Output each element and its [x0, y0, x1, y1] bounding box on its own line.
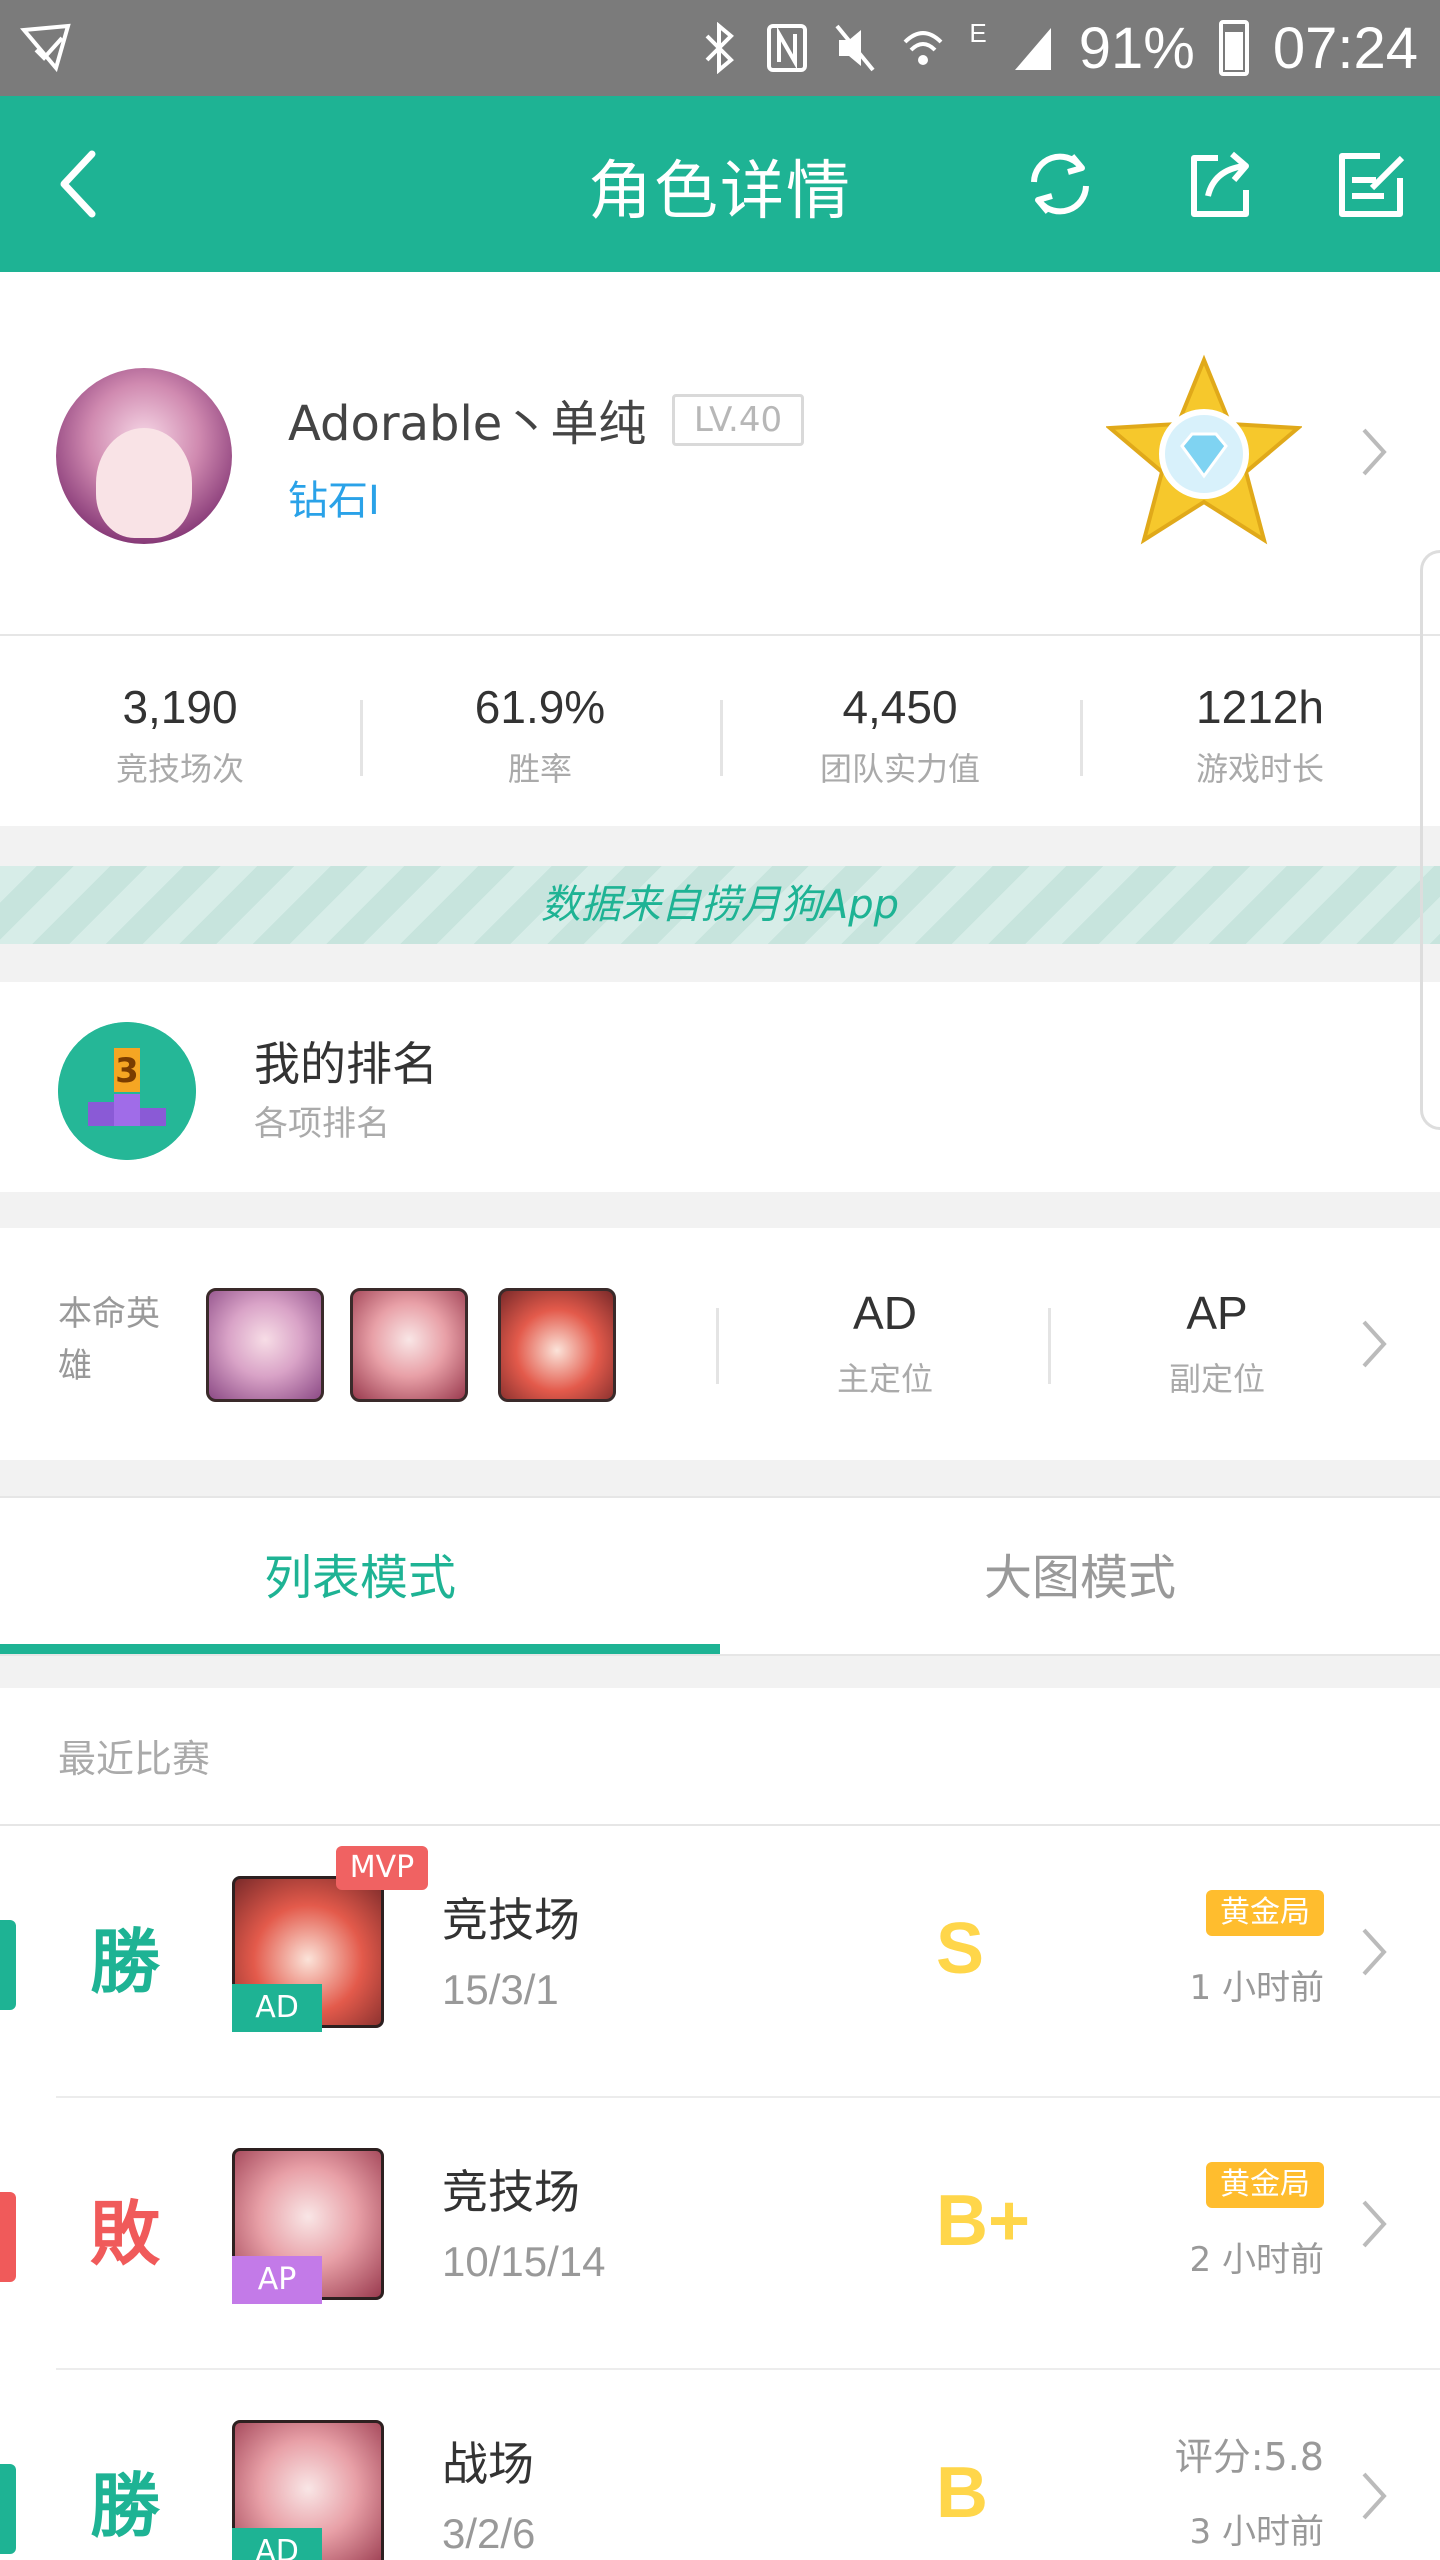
match-score: 评分:5.8	[1174, 2435, 1324, 2479]
status-bar: E 91% 07:24	[0, 0, 1440, 96]
stat-matches: 3,190 竞技场次	[0, 680, 360, 790]
position-value: AP	[1186, 1287, 1248, 1339]
recent-matches: 最近比赛 勝 MVP AD 竞技场 15/3/1 S 黄金局 1 小时前 敗 A…	[0, 1688, 1440, 2560]
match-result: 勝	[90, 1921, 160, 2003]
stat-label: 团队实力值	[819, 750, 980, 788]
edge-scroll-handle[interactable]	[1420, 550, 1440, 1130]
my-ranking-subtitle: 各项排名	[254, 1104, 390, 1144]
result-indicator	[0, 1920, 16, 2010]
match-result: 勝	[90, 2465, 160, 2547]
bluetooth-icon	[705, 22, 735, 74]
stat-label: 胜率	[507, 750, 572, 788]
position-label: 主定位	[836, 1360, 933, 1398]
stat-label: 游戏时长	[1195, 750, 1324, 788]
wifi-icon	[903, 31, 943, 65]
stat-value: 4,450	[842, 681, 958, 733]
app-header: 角色详情	[0, 96, 1440, 272]
role-tag: AP	[232, 2256, 322, 2304]
favorite-heroes-row[interactable]: 本命英雄 AD 主定位 AP 副定位	[0, 1228, 1440, 1460]
match-mode: 竞技场	[442, 1893, 580, 1947]
position-label: 副定位	[1168, 1360, 1265, 1398]
status-icons: E 91% 07:24	[697, 10, 1418, 86]
match-row[interactable]: 勝 AD 战场 3/2/6 B 评分:5.8 3 小时前	[0, 2370, 1440, 2560]
diamond-star-icon	[1106, 354, 1302, 545]
active-tab-indicator	[0, 1644, 720, 1654]
stat-playtime: 1212h 游戏时长	[1080, 680, 1440, 790]
match-row[interactable]: 勝 MVP AD 竞技场 15/3/1 S 黄金局 1 小时前	[0, 1826, 1440, 2098]
secondary-position: AP 副定位	[1052, 1286, 1382, 1400]
match-time: 2 小时前	[1189, 2240, 1324, 2280]
level-badge: LV.40	[672, 394, 804, 446]
player-name: Adorable丶单纯	[288, 396, 647, 452]
match-time: 3 小时前	[1189, 2512, 1324, 2552]
chevron-right-icon[interactable]	[1354, 1314, 1394, 1374]
result-indicator	[0, 2192, 16, 2282]
share-icon[interactable]	[1180, 144, 1260, 224]
divider	[1048, 1308, 1051, 1384]
data-source-banner: 数据来自捞月狗App	[0, 866, 1440, 944]
stat-winrate: 61.9% 胜率	[360, 680, 720, 790]
chevron-right-icon[interactable]	[1354, 2466, 1394, 2526]
stats-row: 3,190 竞技场次 61.9% 胜率 4,450 团队实力值 1212h 游戏…	[0, 636, 1440, 826]
chevron-right-icon[interactable]	[1354, 422, 1394, 482]
mute-icon	[835, 24, 875, 72]
notification-icon	[20, 23, 71, 73]
hero-avatar	[350, 1288, 468, 1402]
edit-icon[interactable]	[1332, 144, 1412, 224]
stat-team-power: 4,450 团队实力值	[720, 680, 1080, 790]
banner-text: 数据来自捞月狗App	[540, 882, 900, 928]
my-ranking-row[interactable]: 3 我的排名 各项排名	[0, 982, 1440, 1192]
favorite-heroes-label: 本命英雄	[58, 1294, 160, 1386]
role-tag: AD	[232, 1984, 322, 2032]
match-row[interactable]: 敗 AP 竞技场 10/15/14 B+ 黄金局 2 小时前	[0, 2098, 1440, 2370]
match-grade: S	[936, 1909, 985, 1989]
match-mode: 竞技场	[442, 2165, 580, 2219]
tab-large-image-mode[interactable]: 大图模式	[720, 1538, 1440, 1608]
clock: 07:24	[1272, 15, 1418, 81]
match-kda: 10/15/14	[442, 2238, 606, 2285]
primary-position: AD 主定位	[720, 1286, 1050, 1400]
my-ranking-title: 我的排名	[254, 1037, 438, 1091]
match-time: 1 小时前	[1189, 1968, 1324, 2008]
stat-value: 1212h	[1196, 681, 1324, 733]
tab-list-mode[interactable]: 列表模式	[0, 1538, 720, 1608]
match-mode: 战场	[442, 2437, 534, 2491]
divider	[716, 1308, 719, 1384]
avatar	[56, 368, 232, 544]
gold-tier-badge: 黄金局	[1206, 2162, 1324, 2208]
match-grade: B+	[936, 2181, 1031, 2261]
battery-icon	[1218, 20, 1249, 76]
network-type: E	[969, 18, 987, 48]
nfc-icon	[767, 24, 808, 72]
role-tag: AD	[232, 2528, 322, 2560]
mvp-badge: MVP	[336, 1846, 428, 1890]
position-value: AD	[853, 1287, 917, 1339]
gold-tier-badge: 黄金局	[1206, 1890, 1324, 1936]
refresh-icon[interactable]	[1020, 144, 1100, 224]
match-result: 敗	[90, 2193, 160, 2275]
podium-icon: 3	[58, 1022, 196, 1160]
svg-text:3: 3	[115, 1051, 139, 1091]
stat-label: 竞技场次	[115, 750, 244, 788]
chevron-right-icon[interactable]	[1354, 2194, 1394, 2254]
profile-card[interactable]: Adorable丶单纯 LV.40 钻石I	[0, 272, 1440, 636]
stat-value: 61.9%	[474, 681, 606, 733]
result-indicator	[0, 2464, 16, 2554]
chevron-right-icon[interactable]	[1354, 1922, 1394, 1982]
battery-percent: 91%	[1078, 15, 1195, 81]
view-mode-tabs: 列表模式 大图模式	[0, 1496, 1440, 1656]
hero-avatar	[498, 1288, 616, 1402]
match-kda: 3/2/6	[442, 2510, 536, 2557]
rank-tier: 钻石I	[288, 478, 380, 524]
hero-avatar	[206, 1288, 324, 1402]
recent-matches-heading: 最近比赛	[58, 1737, 211, 1781]
match-grade: B	[936, 2453, 988, 2533]
stat-value: 3,190	[122, 681, 238, 733]
signal-icon	[1014, 28, 1051, 70]
match-kda: 15/3/1	[442, 1966, 559, 2013]
